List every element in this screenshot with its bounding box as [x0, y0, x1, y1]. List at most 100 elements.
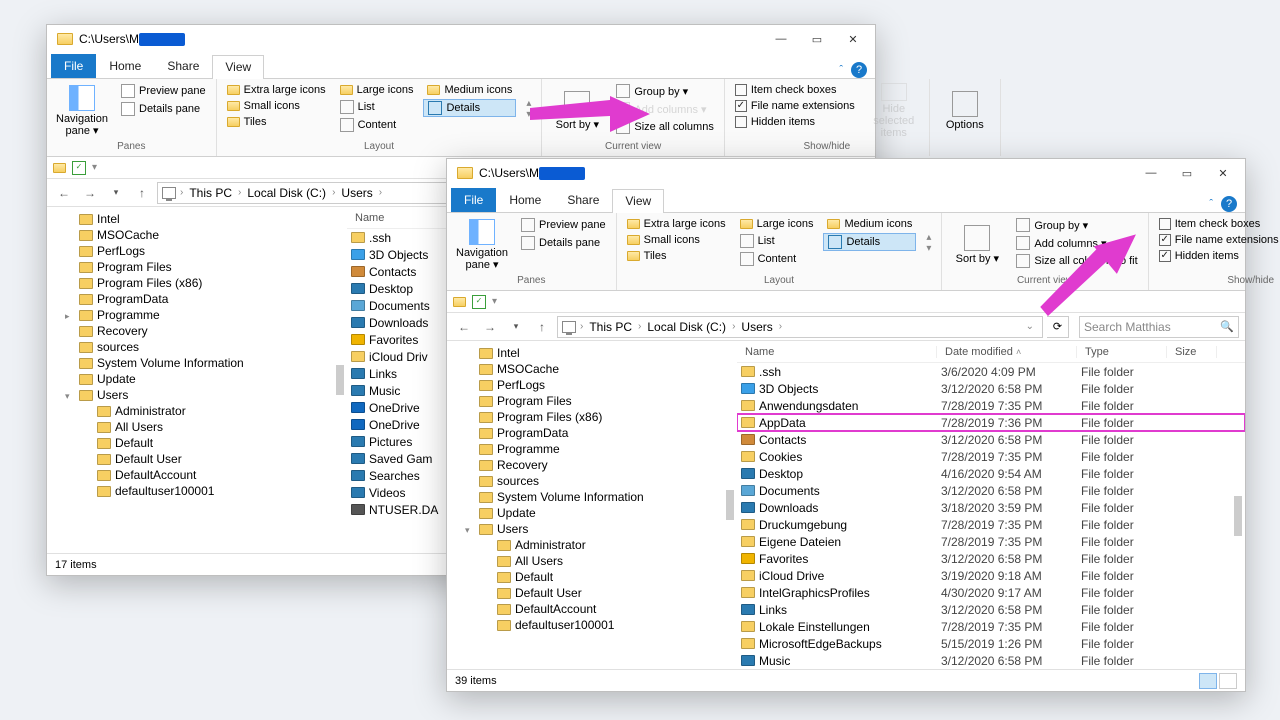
ribbon-collapse-icon[interactable]: ˆ [1209, 198, 1213, 210]
close-button[interactable]: ✕ [1205, 159, 1241, 187]
tree-item[interactable]: Default User [47, 451, 347, 467]
layout-list[interactable]: List [336, 99, 418, 115]
groupby-button[interactable]: Group by ▾ [612, 83, 717, 99]
layout-scroll[interactable]: ▴▾ [522, 98, 535, 120]
tree-item[interactable]: ProgramData [447, 425, 737, 441]
column-headers[interactable]: Name Date modified ˄ Type Size [737, 341, 1245, 363]
nav-pane-button[interactable]: Navigation pane ▾ [453, 217, 511, 273]
tab-home[interactable]: Home [496, 188, 554, 212]
table-row[interactable]: Eigene Dateien 7/28/2019 7:35 PM File fo… [737, 533, 1245, 550]
table-row[interactable]: AppData 7/28/2019 7:36 PM File folder [737, 414, 1245, 431]
tree-item[interactable]: defaultuser100001 [47, 483, 347, 499]
hideselected-button[interactable]: Hide selected items [865, 83, 923, 139]
tab-view[interactable]: View [212, 55, 264, 79]
tree-item[interactable]: ProgramData [47, 291, 347, 307]
recent-dropdown[interactable]: ▾ [105, 182, 127, 204]
tree-item[interactable]: Default [447, 569, 737, 585]
sizeallcols-button[interactable]: Size all columns to fit [1012, 253, 1141, 269]
tree-item[interactable]: Default User [447, 585, 737, 601]
preview-pane-button[interactable]: Preview pane [117, 83, 210, 99]
chk-extensions[interactable]: File name extensions [731, 99, 859, 113]
tree-item[interactable]: System Volume Information [47, 355, 347, 371]
table-row[interactable]: iCloud Drive 3/19/2020 9:18 AM File fold… [737, 567, 1245, 584]
tree-item[interactable]: Program Files (x86) [47, 275, 347, 291]
nav-tree[interactable]: Intel MSOCache PerfLogs Program Files Pr… [47, 207, 347, 553]
table-row[interactable]: Anwendungsdaten 7/28/2019 7:35 PM File f… [737, 397, 1245, 414]
up-button[interactable]: ↑ [131, 182, 153, 204]
fwd-button[interactable]: → [79, 182, 101, 204]
checked-icon[interactable]: ✓ [472, 295, 486, 309]
options-button[interactable]: Options [936, 83, 994, 139]
tab-file[interactable]: File [51, 54, 96, 78]
table-row[interactable]: 3D Objects 3/12/2020 6:58 PM File folder [737, 380, 1245, 397]
table-row[interactable]: Downloads 3/18/2020 3:59 PM File folder [737, 499, 1245, 516]
tree-item[interactable]: All Users [447, 553, 737, 569]
maximize-button[interactable]: ▭ [1169, 159, 1205, 187]
tree-item[interactable]: Users [47, 387, 347, 403]
layout-details[interactable]: Details [823, 233, 916, 251]
tree-item[interactable]: sources [447, 473, 737, 489]
view-details-button[interactable] [1199, 673, 1217, 689]
preview-pane-button[interactable]: Preview pane [517, 217, 610, 233]
titlebar[interactable]: C:\Users\M — ▭ ✕ [447, 159, 1245, 187]
table-row[interactable]: Music 3/12/2020 6:58 PM File folder [737, 652, 1245, 669]
layout-sm[interactable]: Small icons [623, 233, 730, 247]
layout-content[interactable]: Content [736, 251, 818, 267]
tree-item[interactable]: PerfLogs [447, 377, 737, 393]
layout-list[interactable]: List [736, 233, 818, 249]
tree-item[interactable]: MSOCache [47, 227, 347, 243]
tree-item[interactable]: Programme [47, 307, 347, 323]
view-large-button[interactable] [1219, 673, 1237, 689]
fwd-button[interactable]: → [479, 316, 501, 338]
layout-md[interactable]: Medium icons [423, 83, 516, 97]
layout-xl[interactable]: Extra large icons [223, 83, 330, 97]
table-row[interactable]: Cookies 7/28/2019 7:35 PM File folder [737, 448, 1245, 465]
nav-tree[interactable]: Intel MSOCache PerfLogs Program Files Pr… [447, 341, 737, 669]
up-button[interactable]: ↑ [531, 316, 553, 338]
groupby-button[interactable]: Group by ▾ [1012, 217, 1141, 233]
col-type[interactable]: Type [1077, 346, 1167, 358]
col-name[interactable]: Name [737, 346, 937, 358]
chk-hidden[interactable]: Hidden items [1155, 249, 1280, 263]
addcols-button[interactable]: Add columns ▾ [1012, 235, 1141, 251]
help-icon[interactable]: ? [1221, 196, 1237, 212]
tree-item[interactable]: DefaultAccount [447, 601, 737, 617]
table-row[interactable]: Lokale Einstellungen 7/28/2019 7:35 PM F… [737, 618, 1245, 635]
tree-item[interactable]: Administrator [447, 537, 737, 553]
layout-xl[interactable]: Extra large icons [623, 217, 730, 231]
table-row[interactable]: Contacts 3/12/2020 6:58 PM File folder [737, 431, 1245, 448]
chk-hidden[interactable]: Hidden items [731, 115, 859, 129]
help-icon[interactable]: ? [851, 62, 867, 78]
tab-share[interactable]: Share [554, 188, 612, 212]
table-row[interactable]: Links 3/12/2020 6:58 PM File folder [737, 601, 1245, 618]
tree-item[interactable]: Users [447, 521, 737, 537]
breadcrumb[interactable]: › This PC› Local Disk (C:)› Users› ⌄ [557, 316, 1043, 338]
tree-item[interactable]: Intel [47, 211, 347, 227]
tree-item[interactable]: Default [47, 435, 347, 451]
tab-file[interactable]: File [451, 188, 496, 212]
nav-pane-button[interactable]: Navigation pane ▾ [53, 83, 111, 139]
refresh-button[interactable]: ⟳ [1047, 316, 1069, 338]
tree-item[interactable]: Program Files [47, 259, 347, 275]
table-row[interactable]: Druckumgebung 7/28/2019 7:35 PM File fol… [737, 516, 1245, 533]
table-row[interactable]: Desktop 4/16/2020 9:54 AM File folder [737, 465, 1245, 482]
back-button[interactable]: ← [453, 316, 475, 338]
tree-item[interactable]: defaultuser100001 [447, 617, 737, 633]
col-size[interactable]: Size [1167, 346, 1217, 358]
search-input[interactable]: Search Matthias 🔍 [1079, 316, 1239, 338]
layout-tiles[interactable]: Tiles [623, 249, 730, 263]
tree-item[interactable]: Update [447, 505, 737, 521]
crumb-dropdown-icon[interactable]: ⌄ [1022, 321, 1038, 332]
tab-view[interactable]: View [612, 189, 664, 213]
sortby-button[interactable]: Sort by ▾ [548, 83, 606, 139]
tree-item[interactable]: MSOCache [447, 361, 737, 377]
recent-dropdown[interactable]: ▾ [505, 316, 527, 338]
tab-share[interactable]: Share [154, 54, 212, 78]
qa-dropdown-icon[interactable]: ▾ [492, 296, 497, 307]
table-row[interactable]: .ssh 3/6/2020 4:09 PM File folder [737, 363, 1245, 380]
table-row[interactable]: MicrosoftEdgeBackups 5/15/2019 1:26 PM F… [737, 635, 1245, 652]
chk-extensions[interactable]: File name extensions [1155, 233, 1280, 247]
tree-item[interactable]: Program Files (x86) [447, 409, 737, 425]
layout-md[interactable]: Medium icons [823, 217, 916, 231]
tab-home[interactable]: Home [96, 54, 154, 78]
